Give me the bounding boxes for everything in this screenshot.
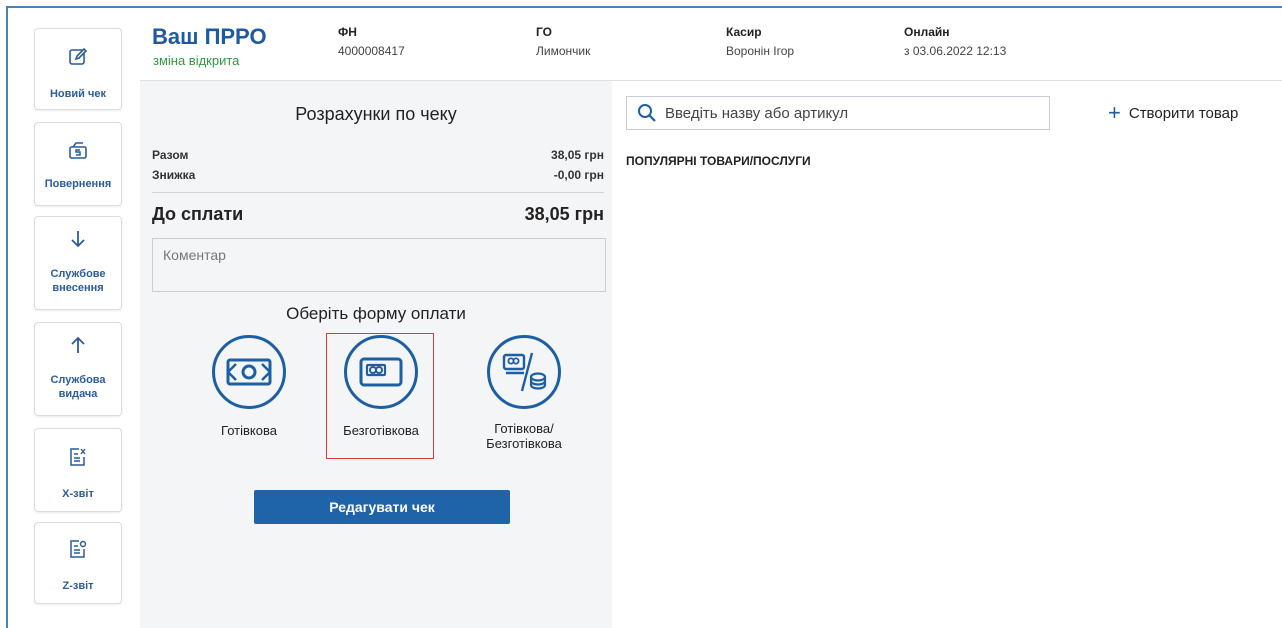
payment-mixed-label: Готівкова/ Безготівкова	[486, 421, 562, 451]
sidebar-item-label: Новий чек	[49, 88, 106, 100]
app-title: Ваш ПРРО	[152, 24, 267, 49]
plus-icon: +	[1108, 100, 1121, 125]
discount-label: Знижка	[152, 168, 196, 182]
payment-card-label: Безготівкова	[343, 423, 419, 438]
cash-option-circle	[212, 335, 286, 409]
sidebar-item-label: Повернення	[44, 178, 112, 190]
amount-due-label: До сплати	[152, 204, 244, 224]
divider	[152, 192, 604, 193]
create-product-label: Створити товар	[1128, 104, 1239, 122]
search-placeholder: Введіть назву або артикул	[665, 104, 849, 122]
header: Ваш ПРРО зміна відкрита ФН 4000008417 ГО…	[140, 8, 1282, 81]
payment-card-button[interactable]: Безготівкова	[340, 335, 422, 438]
discount-value: -0,00 грн	[553, 168, 604, 182]
cashier-label: Касир	[726, 25, 762, 39]
app-frame: Новий чек Повернення Службове внесення С…	[6, 6, 1282, 628]
online-value: з 03.06.2022 12:13	[904, 44, 1007, 58]
card-option-circle	[344, 335, 418, 409]
mixed-option-circle	[487, 335, 561, 409]
total-value: 38,05 грн	[551, 148, 604, 162]
payment-method-title: Оберіть форму оплати	[286, 304, 466, 323]
popular-products-title: ПОПУЛЯРНІ ТОВАРИ/ПОСЛУГИ	[626, 154, 811, 168]
comment-field[interactable]: Коментар	[152, 238, 606, 292]
receipt-title: Розрахунки по чеку	[295, 104, 457, 124]
payment-mixed-label-line2: Безготівкова	[486, 436, 562, 451]
sidebar-item-x-report[interactable]: Х-звіт	[34, 428, 122, 512]
total-label: Разом	[152, 148, 189, 162]
sidebar-item-label: Службове внесення	[50, 268, 106, 294]
edit-icon	[69, 47, 88, 65]
online-label: Онлайн	[904, 25, 950, 39]
payment-mixed-label-line1: Готівкова/	[494, 421, 554, 436]
sidebar-item-service-deposit[interactable]: Службове внесення	[34, 216, 122, 310]
product-search-input[interactable]: Введіть назву або артикул	[626, 96, 1050, 130]
sidebar-item-label: Z-звіт	[62, 580, 94, 592]
arrow-down-icon	[71, 231, 85, 248]
arrow-up-icon	[71, 336, 85, 353]
payment-mixed-button[interactable]: Готівкова/ Безготівкова	[474, 335, 574, 451]
sidebar-item-return[interactable]: Повернення	[34, 122, 122, 206]
create-product-button[interactable]: + Створити товар	[1108, 100, 1239, 125]
payment-cash-button[interactable]: Готівкова	[208, 335, 290, 438]
z-report-icon	[70, 540, 87, 558]
sidebar-item-label: Службова видача	[50, 374, 106, 400]
sidebar: Новий чек Повернення Службове внесення С…	[8, 8, 140, 628]
sidebar-item-label: Х-звіт	[62, 488, 94, 500]
fn-label: ФН	[338, 25, 357, 39]
fn-value: 4000008417	[338, 44, 405, 58]
cash-icon	[226, 358, 272, 386]
comment-placeholder: Коментар	[163, 247, 226, 263]
go-value: Лимончик	[536, 44, 591, 58]
return-icon	[69, 142, 87, 159]
sidebar-item-new-receipt[interactable]: Новий чек	[34, 28, 122, 110]
amount-due-value: 38,05 грн	[524, 204, 604, 224]
cashier-value: Воронін Ігор	[726, 44, 795, 58]
search-icon	[638, 104, 656, 122]
edit-receipt-button[interactable]: Редагувати чек	[254, 490, 510, 524]
sidebar-item-z-report[interactable]: Z-звіт	[34, 522, 122, 604]
sidebar-item-service-withdrawal[interactable]: Службова видача	[34, 322, 122, 416]
card-icon	[359, 357, 403, 387]
x-report-icon	[70, 448, 86, 466]
payment-cash-label: Готівкова	[221, 423, 277, 438]
shift-status: зміна відкрита	[153, 53, 240, 68]
card-coins-icon	[502, 352, 547, 392]
go-label: ГО	[536, 25, 552, 39]
